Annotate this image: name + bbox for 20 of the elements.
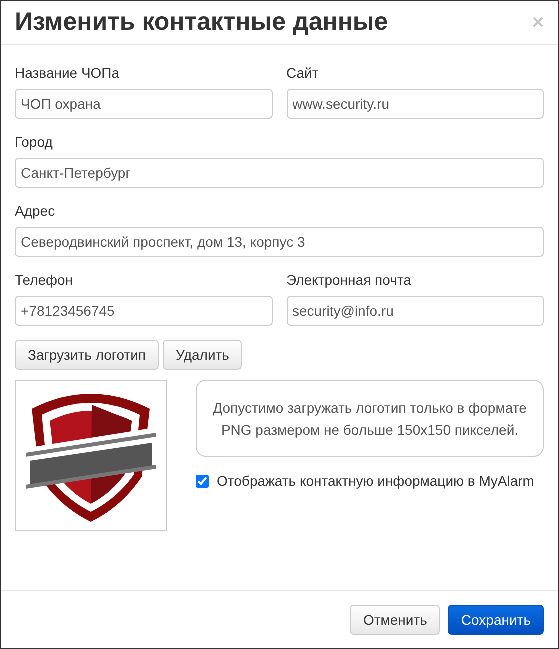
field-label: Адрес bbox=[15, 203, 56, 219]
save-button[interactable]: Сохранить bbox=[448, 604, 544, 634]
text-field[interactable]: +78123456745 bbox=[15, 296, 272, 326]
field-label: Телефон bbox=[15, 272, 74, 288]
upload-logo-button[interactable]: Загрузить логотип bbox=[15, 340, 160, 370]
checkbox-label: Отображать контактную информацию в MyAlarm bbox=[217, 473, 534, 489]
logo-hint: Допустимо загружать логотип только в формате PNG размером не больше 150x150 пикселей. bbox=[196, 380, 544, 457]
field-label: Название ЧОПа bbox=[15, 65, 121, 81]
text-field[interactable]: security@info.ru bbox=[286, 296, 544, 326]
text-field[interactable]: www.security.ru bbox=[286, 89, 544, 119]
text-field[interactable]: Северодвинский проспект, дом 13, корпус 3 bbox=[15, 227, 544, 257]
text-field[interactable]: ЧОП охрана bbox=[15, 89, 272, 119]
show-contacts-checkbox[interactable] bbox=[196, 474, 209, 488]
field-label: Электронная почта bbox=[286, 272, 412, 288]
field-label: Город bbox=[15, 134, 54, 150]
cancel-button[interactable]: Отменить bbox=[350, 604, 440, 634]
dialog-title: Изменить контактные данные bbox=[15, 8, 388, 37]
delete-button[interactable]: Удалить bbox=[163, 340, 242, 370]
field-label: Сайт bbox=[286, 65, 320, 81]
text-field[interactable]: Санкт-Петербург bbox=[15, 158, 544, 188]
